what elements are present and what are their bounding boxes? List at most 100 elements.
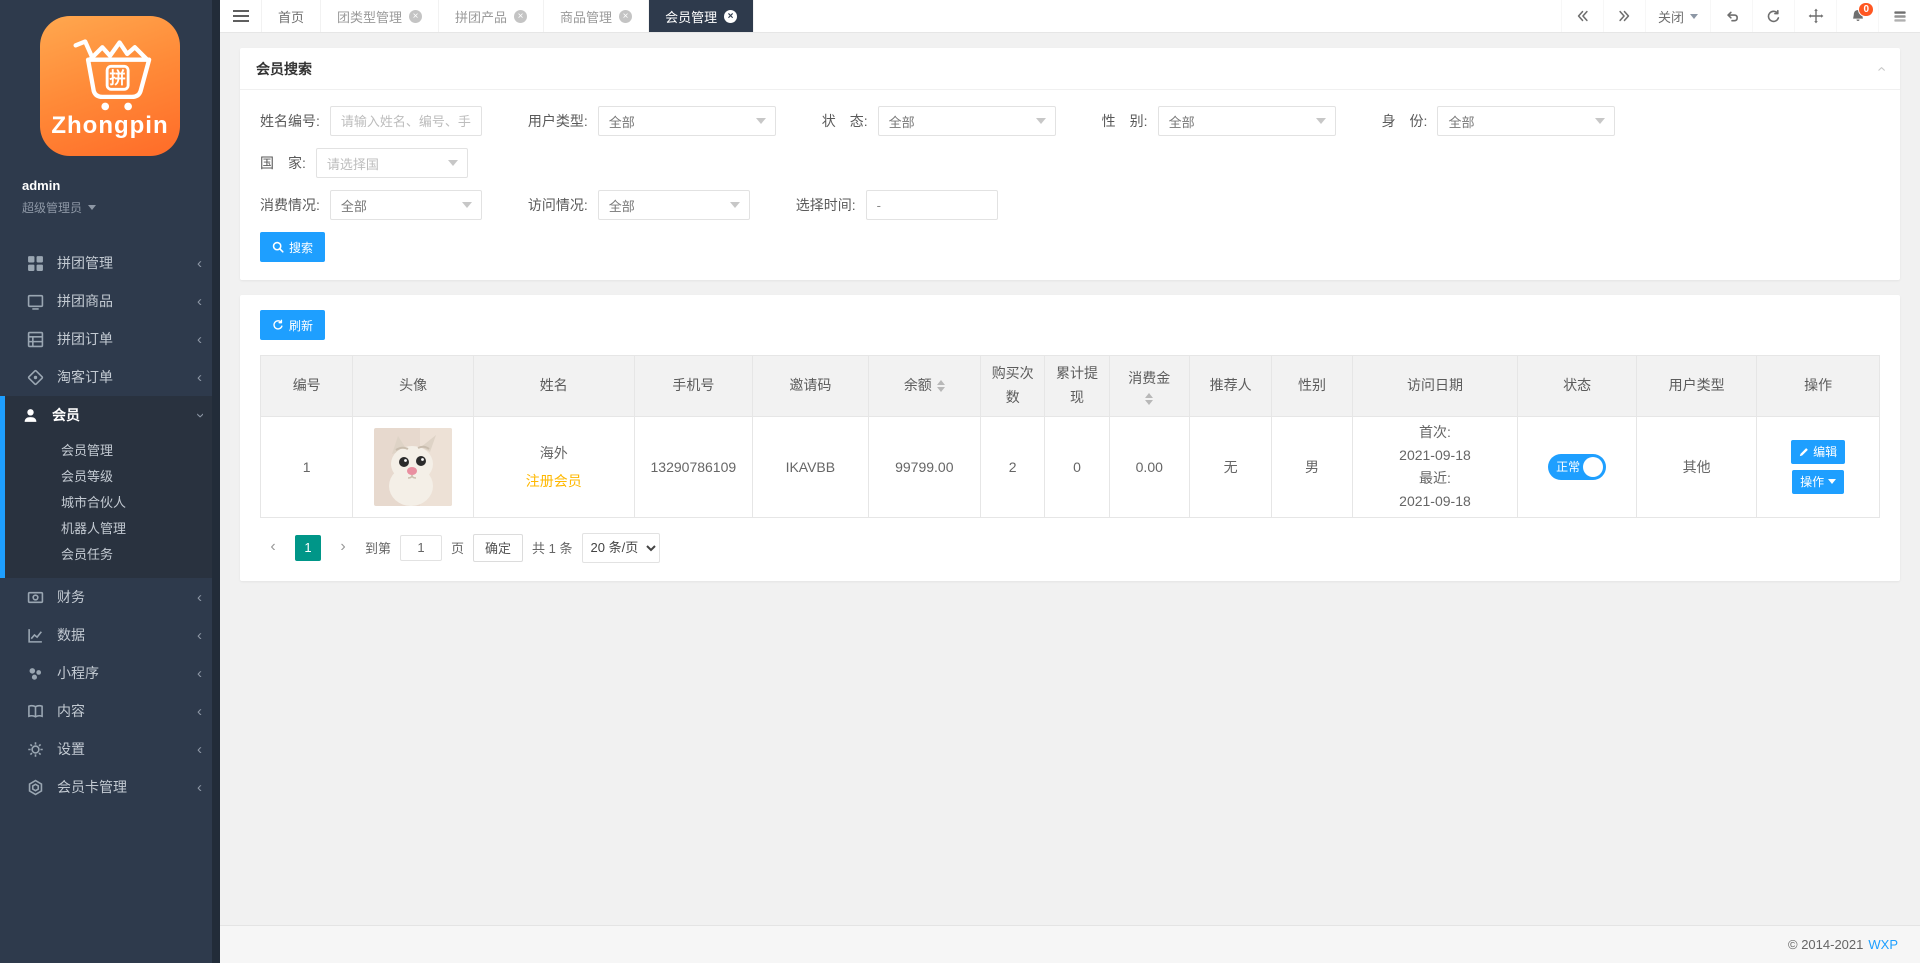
user-type-select[interactable]: 全部: [598, 106, 776, 136]
card-icon: [27, 779, 44, 796]
cell-user-type: 其他: [1636, 416, 1757, 517]
sidebar-item-member-card[interactable]: 会员卡管理 ‹: [0, 768, 220, 806]
col-phone: 手机号: [634, 356, 753, 417]
sidebar-item-group-manage[interactable]: 拼团管理 ‹: [0, 244, 220, 282]
close-tabs-dropdown[interactable]: 关闭: [1645, 0, 1710, 32]
sidebar-item-member[interactable]: 会员 ‹: [5, 396, 220, 434]
current-page[interactable]: 1: [295, 535, 321, 561]
tab-member-manage[interactable]: 会员管理 ×: [649, 0, 754, 32]
sidebar-item-city-partner[interactable]: 城市合伙人: [5, 490, 220, 516]
search-form-row-2: 国 家: 请选择国: [260, 148, 1880, 178]
sidebar-item-group-goods[interactable]: 拼团商品 ‹: [0, 282, 220, 320]
refresh-page-button[interactable]: [1752, 0, 1794, 32]
scroll-tabs-left-button[interactable]: [1561, 0, 1603, 32]
cell-total-withdraw: 0: [1045, 416, 1109, 517]
main-area: 首页 团类型管理 × 拼团产品 × 商品管理 × 会员管理 ×: [220, 0, 1920, 963]
status-label: 状 态:: [822, 111, 868, 131]
col-gender: 性别: [1272, 356, 1352, 417]
status-select[interactable]: 全部: [878, 106, 1056, 136]
tab-home[interactable]: 首页: [262, 0, 321, 32]
member-tag[interactable]: 注册会员: [478, 471, 630, 491]
back-button[interactable]: [1710, 0, 1752, 32]
notification-badge: 0: [1858, 2, 1874, 17]
move-icon: [1808, 8, 1824, 24]
close-icon[interactable]: ×: [514, 10, 527, 23]
sidebar-item-member-level[interactable]: 会员等级: [5, 464, 220, 490]
chevron-left-icon: ‹: [197, 741, 202, 758]
money-icon: [27, 589, 44, 606]
next-page-button[interactable]: ›: [330, 535, 356, 561]
col-visit-date: 访问日期: [1352, 356, 1518, 417]
sidebar-item-settings[interactable]: 设置 ‹: [0, 730, 220, 768]
chevron-left-icon: ‹: [197, 331, 202, 348]
name-search-input[interactable]: [330, 106, 482, 136]
country-select[interactable]: 请选择国: [316, 148, 468, 178]
sidebar-item-finance[interactable]: 财务 ‹: [0, 578, 220, 616]
sidebar-item-data[interactable]: 数据 ‹: [0, 616, 220, 654]
theme-settings-button[interactable]: [1878, 0, 1920, 32]
goto-confirm-button[interactable]: 确定: [473, 534, 523, 562]
footer-link[interactable]: WXP: [1868, 937, 1898, 952]
total-count-label: 共 1 条: [532, 538, 572, 557]
scroll-tabs-right-button[interactable]: [1603, 0, 1645, 32]
user-role-dropdown[interactable]: 超级管理员: [22, 199, 220, 216]
edit-button[interactable]: 编辑: [1791, 440, 1845, 464]
panel-title: 会员搜索: [256, 59, 312, 79]
action-dropdown-button[interactable]: 操作: [1792, 470, 1844, 494]
visit-select[interactable]: 全部: [598, 190, 750, 220]
close-icon[interactable]: ×: [619, 10, 632, 23]
name-label: 姓名编号:: [260, 111, 320, 131]
tab-group-product[interactable]: 拼团产品 ×: [439, 0, 544, 32]
chevron-down-icon: [1036, 118, 1046, 124]
sidebar-item-miniapp[interactable]: 小程序 ‹: [0, 654, 220, 692]
col-name: 姓名: [473, 356, 634, 417]
close-icon[interactable]: ×: [724, 10, 737, 23]
consume-select[interactable]: 全部: [330, 190, 482, 220]
table-row: 1: [261, 416, 1880, 517]
chart-icon: [27, 627, 44, 644]
user-type-field-group: 用户类型: 全部: [528, 106, 776, 136]
sidebar-item-member-manage[interactable]: 会员管理: [5, 438, 220, 464]
sidebar-item-content[interactable]: 内容 ‹: [0, 692, 220, 730]
per-page-select[interactable]: 20 条/页: [582, 533, 660, 563]
identity-select[interactable]: 全部: [1437, 106, 1615, 136]
footer: © 2014-2021 WXP: [220, 925, 1920, 963]
chevron-left-icon: ‹: [197, 255, 202, 272]
refresh-button[interactable]: 刷新: [260, 310, 325, 340]
close-icon[interactable]: ×: [409, 10, 422, 23]
chevron-down-icon: [756, 118, 766, 124]
sidebar-item-group-orders[interactable]: 拼团订单 ‹: [0, 320, 220, 358]
sort-balance-icon[interactable]: [937, 380, 945, 392]
col-avatar: 头像: [353, 356, 474, 417]
sidebar-scrollbar-track[interactable]: [212, 0, 220, 963]
chevron-left-icon: ‹: [197, 665, 202, 682]
sidebar-item-member-task[interactable]: 会员任务: [5, 542, 220, 568]
chevron-down-icon: [1316, 118, 1326, 124]
status-toggle[interactable]: 正常: [1548, 454, 1606, 480]
chevron-left-icon: ‹: [197, 589, 202, 606]
search-button[interactable]: 搜索: [260, 232, 325, 262]
hamburger-icon: [233, 10, 249, 22]
time-range-input[interactable]: [866, 190, 998, 220]
sort-consume-icon[interactable]: [1145, 393, 1153, 405]
notifications-button[interactable]: 0: [1836, 0, 1878, 32]
tab-group-type-manage[interactable]: 团类型管理 ×: [321, 0, 439, 32]
avatar: [374, 428, 452, 506]
pencil-icon: [1799, 447, 1809, 457]
book-icon: [27, 703, 44, 720]
sidebar-item-robot-manage[interactable]: 机器人管理: [5, 516, 220, 542]
fullscreen-button[interactable]: [1794, 0, 1836, 32]
collapse-panel-icon[interactable]: ‹: [1872, 66, 1890, 71]
cell-balance: 99799.00: [868, 416, 980, 517]
member-search-panel: 会员搜索 ‹ 姓名编号: 用户类型: 全部 状 态: [240, 48, 1900, 280]
country-field-group: 国 家: 请选择国: [260, 148, 468, 178]
consume-field-group: 消费情况: 全部: [260, 190, 482, 220]
goto-page-input[interactable]: [400, 535, 442, 561]
tab-goods-manage[interactable]: 商品管理 ×: [544, 0, 649, 32]
gender-select[interactable]: 全部: [1158, 106, 1336, 136]
sidebar-item-taoke-orders[interactable]: 淘客订单 ‹: [0, 358, 220, 396]
refresh-icon: [272, 319, 284, 331]
menu-toggle-button[interactable]: [220, 0, 262, 32]
prev-page-button[interactable]: ‹: [260, 535, 286, 561]
col-balance: 余额: [868, 356, 980, 417]
